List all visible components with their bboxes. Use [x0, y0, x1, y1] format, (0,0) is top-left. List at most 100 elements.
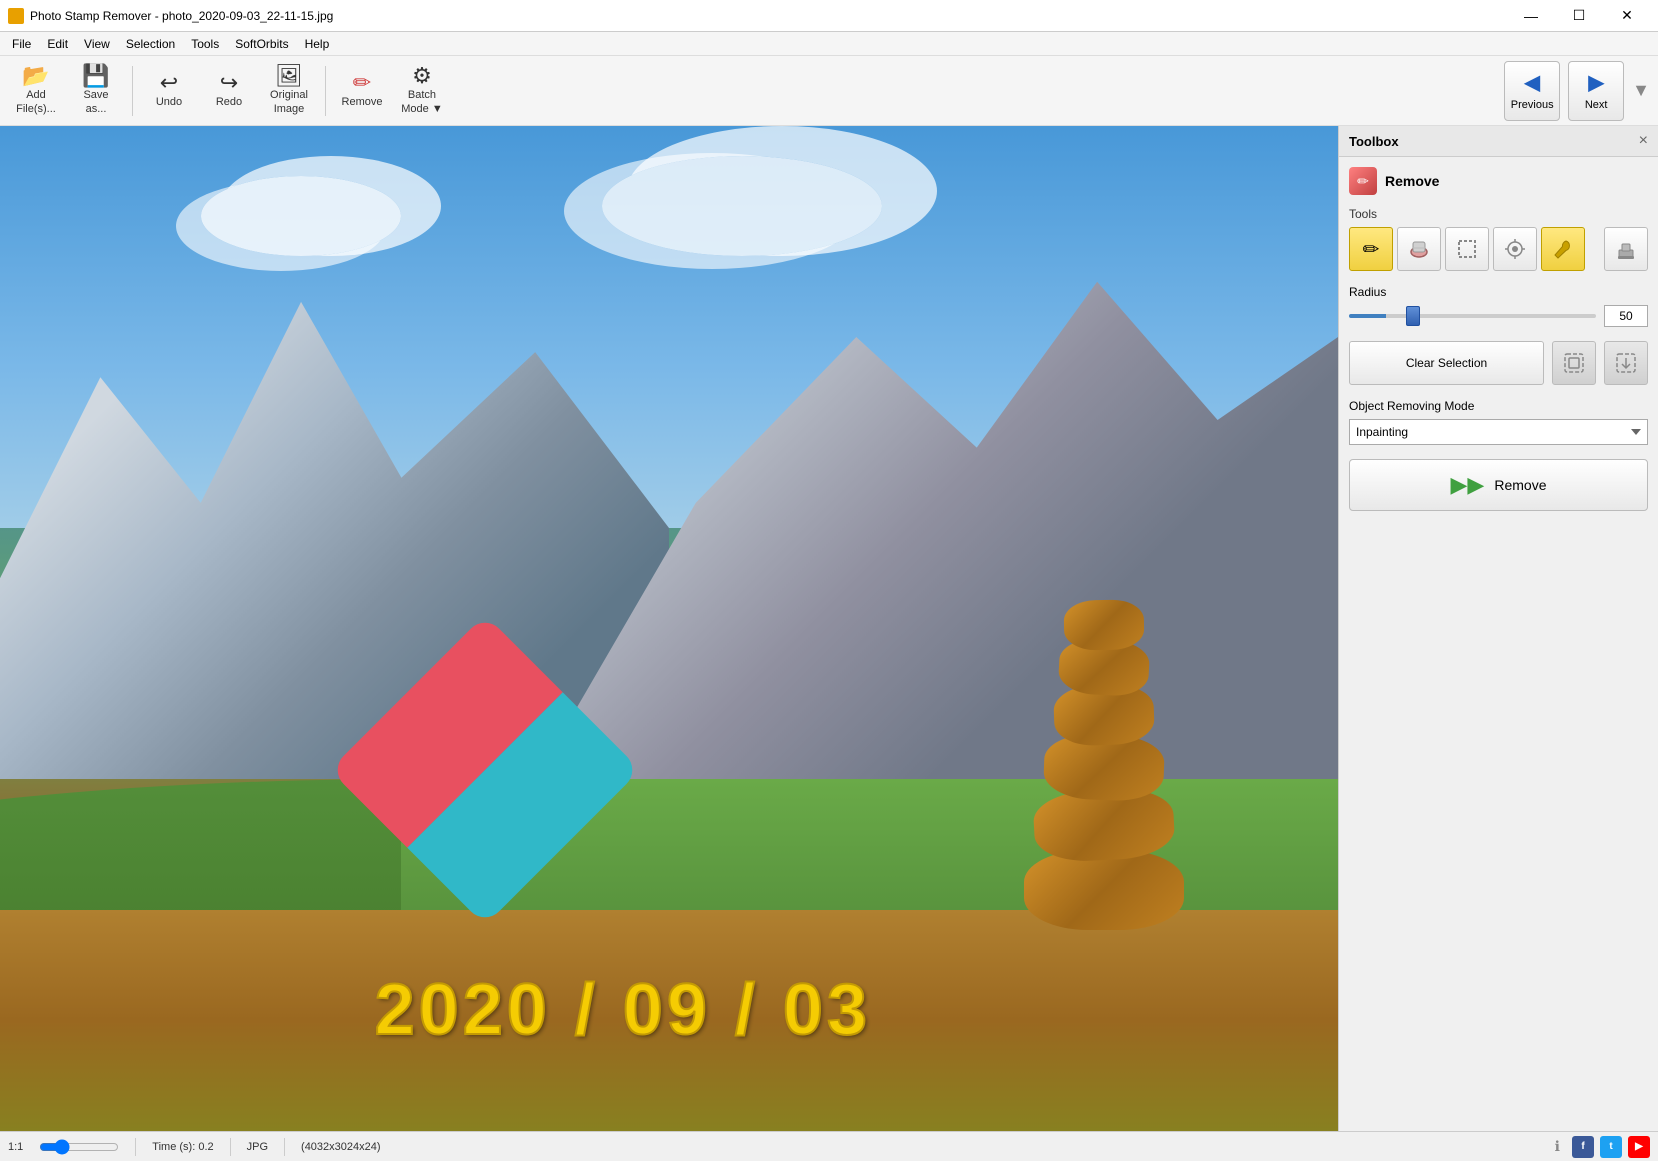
- remove-section-header: ✏ Remove: [1349, 167, 1648, 195]
- remove-section-title: Remove: [1385, 173, 1439, 189]
- next-button[interactable]: ▶ Next: [1568, 61, 1624, 121]
- batch-mode-button[interactable]: ⚙ BatchMode ▼: [394, 61, 450, 121]
- remove-button[interactable]: ▶▶ Remove: [1349, 459, 1648, 511]
- lasso-icon: [1456, 238, 1478, 260]
- twitter-button[interactable]: t: [1600, 1136, 1622, 1158]
- close-button[interactable]: ✕: [1604, 0, 1650, 32]
- status-bar: 1:1 Time (s): 0.2 JPG (4032x3024x24) ℹ f…: [0, 1131, 1658, 1161]
- previous-label: Previous: [1511, 99, 1554, 111]
- maximize-button[interactable]: ☐: [1556, 0, 1602, 32]
- lasso-tool-button[interactable]: [1445, 227, 1489, 271]
- window-title: Photo Stamp Remover - photo_2020-09-03_2…: [30, 9, 1508, 23]
- zoom-slider[interactable]: [39, 1139, 119, 1155]
- photo-background: 2020 / 09 / 03: [0, 126, 1338, 1131]
- eraser-icon: [1408, 238, 1430, 260]
- add-files-label: AddFile(s)...: [16, 89, 56, 115]
- youtube-button[interactable]: ▶: [1628, 1136, 1650, 1158]
- tools-label: Tools: [1349, 207, 1648, 221]
- remove-btn-wrap: ▶▶ Remove: [1349, 459, 1648, 511]
- radius-label: Radius: [1349, 285, 1648, 299]
- save-as-icon: 💾: [82, 65, 109, 87]
- canvas-area[interactable]: 2020 / 09 / 03: [0, 126, 1338, 1131]
- toolbar: 📂 AddFile(s)... 💾 Saveas... ↩ Undo ↪ Red…: [0, 56, 1658, 126]
- status-format: JPG: [247, 1141, 268, 1153]
- undo-label: Undo: [156, 96, 182, 109]
- save-as-button[interactable]: 💾 Saveas...: [68, 61, 124, 121]
- main-area: 2020 / 09 / 03 Toolbox × ✏ Remove Tools …: [0, 126, 1658, 1131]
- stone-1: [1024, 850, 1184, 930]
- magic-wand-icon: [1504, 238, 1526, 260]
- object-mode-section: Object Removing Mode Inpainting Content-…: [1349, 399, 1648, 445]
- wrench-tool-button[interactable]: [1541, 227, 1585, 271]
- remove-section-icon: ✏: [1349, 167, 1377, 195]
- info-icon: ℹ: [1555, 1138, 1560, 1155]
- stamp-icon: [1615, 238, 1637, 260]
- redo-icon: ↪: [220, 72, 238, 94]
- batch-mode-label: BatchMode ▼: [401, 89, 442, 115]
- cloud-2: [602, 156, 882, 256]
- menu-file[interactable]: File: [4, 32, 39, 56]
- remove-arrow-icon: ▶▶: [1451, 472, 1485, 498]
- magic-wand-tool-button[interactable]: [1493, 227, 1537, 271]
- photo-canvas: 2020 / 09 / 03: [0, 126, 1338, 1131]
- original-image-label: OriginalImage: [270, 89, 308, 115]
- toolbox-close-button[interactable]: ×: [1639, 132, 1648, 150]
- date-watermark: 2020 / 09 / 03: [375, 969, 871, 1051]
- title-bar: Photo Stamp Remover - photo_2020-09-03_2…: [0, 0, 1658, 32]
- redo-button[interactable]: ↪ Redo: [201, 61, 257, 121]
- status-zoom: 1:1: [8, 1141, 23, 1153]
- radius-row: 50: [1349, 305, 1648, 327]
- load-selection-icon: [1615, 352, 1637, 374]
- status-dimensions: (4032x3024x24): [301, 1141, 381, 1153]
- add-files-icon: 📂: [22, 65, 49, 87]
- nav-buttons: ◀ Previous ▶ Next ▼: [1504, 61, 1650, 121]
- mode-select[interactable]: Inpainting Content-Aware Blur Color Fill: [1349, 419, 1648, 445]
- stamp-tool-button[interactable]: [1604, 227, 1648, 271]
- clear-selection-button[interactable]: Clear Selection: [1349, 341, 1544, 385]
- toolbox-content: ✏ Remove Tools ✏: [1339, 157, 1658, 1131]
- save-selection-button[interactable]: [1552, 341, 1596, 385]
- radius-section: Radius 50: [1349, 285, 1648, 327]
- status-sep-3: [284, 1138, 285, 1156]
- add-files-button[interactable]: 📂 AddFile(s)...: [8, 61, 64, 121]
- menu-tools[interactable]: Tools: [183, 32, 227, 56]
- original-image-button[interactable]: 🖼 OriginalImage: [261, 61, 317, 121]
- social-buttons: f t ▶: [1572, 1136, 1650, 1158]
- previous-button[interactable]: ◀ Previous: [1504, 61, 1560, 121]
- menu-view[interactable]: View: [76, 32, 118, 56]
- stone-top: [1064, 599, 1145, 650]
- batch-mode-icon: ⚙: [412, 65, 432, 87]
- menu-help[interactable]: Help: [297, 32, 338, 56]
- minimize-button[interactable]: —: [1508, 0, 1554, 32]
- cloud-1: [201, 176, 401, 256]
- undo-button[interactable]: ↩ Undo: [141, 61, 197, 121]
- menu-edit[interactable]: Edit: [39, 32, 76, 56]
- toolbar-sep-2: [325, 66, 326, 116]
- previous-icon: ◀: [1524, 70, 1539, 95]
- tools-row: ✏: [1349, 227, 1648, 271]
- status-time: Time (s): 0.2: [152, 1141, 213, 1153]
- save-selection-icon: [1563, 352, 1585, 374]
- status-right: ℹ f t ▶: [1555, 1136, 1650, 1158]
- radius-input[interactable]: 50: [1604, 305, 1648, 327]
- pencil-tool-button[interactable]: ✏: [1349, 227, 1393, 271]
- menu-softorbits[interactable]: SoftOrbits: [227, 32, 296, 56]
- wrench-icon: [1552, 238, 1574, 260]
- actions-row: Clear Selection: [1349, 341, 1648, 385]
- eraser-tool-button[interactable]: [1397, 227, 1441, 271]
- remove-button-toolbar[interactable]: ✏ Remove: [334, 61, 390, 121]
- status-sep-1: [135, 1138, 136, 1156]
- radius-slider[interactable]: [1349, 314, 1596, 318]
- toolbox-header: Toolbox ×: [1339, 126, 1658, 157]
- object-mode-label: Object Removing Mode: [1349, 399, 1648, 413]
- panel-collapse-icon[interactable]: ▼: [1632, 80, 1650, 101]
- remove-label: Remove: [1494, 477, 1546, 493]
- remove-toolbar-label: Remove: [342, 96, 383, 109]
- menu-selection[interactable]: Selection: [118, 32, 183, 56]
- next-icon: ▶: [1588, 70, 1603, 95]
- facebook-button[interactable]: f: [1572, 1136, 1594, 1158]
- original-image-icon: 🖼: [275, 65, 303, 87]
- load-selection-button[interactable]: [1604, 341, 1648, 385]
- redo-label: Redo: [216, 96, 242, 109]
- remove-toolbar-icon: ✏: [353, 72, 371, 94]
